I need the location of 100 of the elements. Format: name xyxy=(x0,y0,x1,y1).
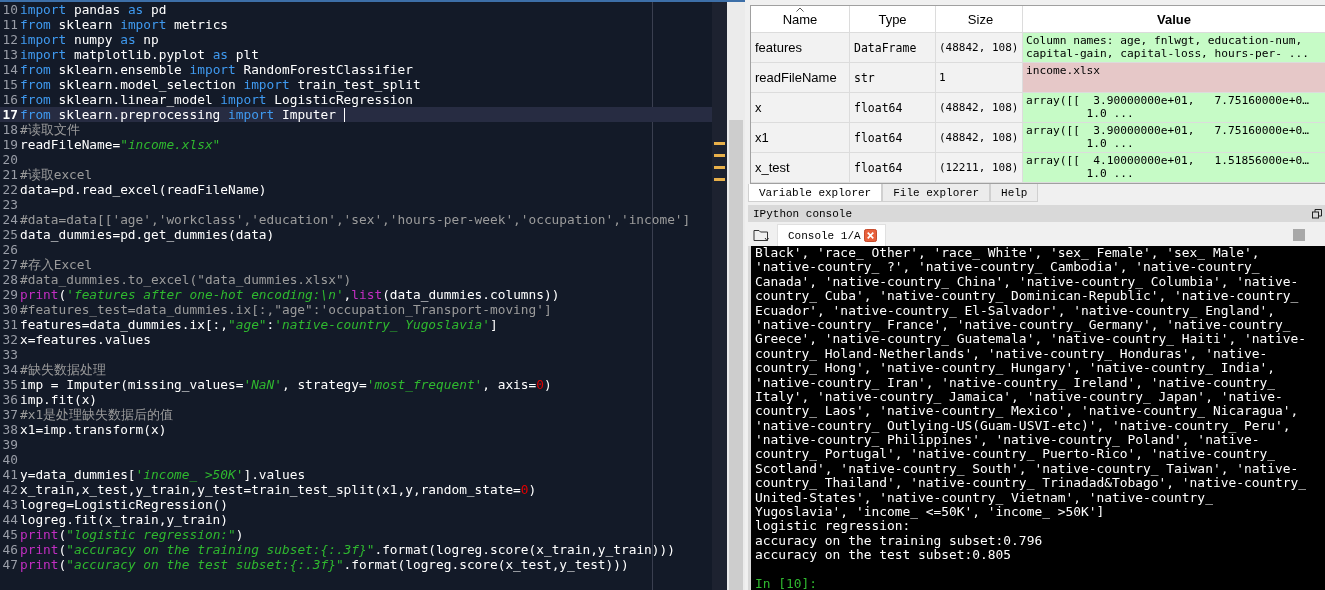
line-number: 15 xyxy=(1,77,19,92)
variable-type: float64 xyxy=(850,93,936,122)
console-line: country_ Cuba', 'native-country_ Dominican-Republic', 'native-country_ xyxy=(755,288,1299,304)
line-number: 12 xyxy=(1,32,19,47)
line-number: 35 xyxy=(1,377,19,392)
line-number: 39 xyxy=(1,437,19,452)
line-number: 36 xyxy=(1,392,19,407)
line-number: 26 xyxy=(1,242,19,257)
line-number: 34 xyxy=(1,362,19,377)
code-line: import pandas as pd xyxy=(20,2,167,17)
code-line: features=data_dummies.ix[:,"age":'native-country_ Yugoslavia'] xyxy=(20,317,498,332)
variable-size: 1 xyxy=(936,63,1023,92)
variable-type: float64 xyxy=(850,153,936,182)
scrollbar-thumb[interactable] xyxy=(729,120,743,590)
variable-value: Column names: age, fnlwgt, education-num, capital-gain, capital-loss, hours-per- ... xyxy=(1023,33,1325,62)
text-cursor xyxy=(343,107,345,122)
scroll-markers xyxy=(714,142,725,184)
pane-title: IPython console xyxy=(753,207,853,220)
console-line: country_ Holand-Netherlands', 'native-country_ Honduras', 'native- xyxy=(755,345,1268,361)
code-line: from sklearn.model_selection import train_test_split xyxy=(20,77,421,92)
console-line: country_ Portugal', 'native-country_ Puerto-Rico', 'native-country_ xyxy=(755,446,1275,462)
variable-size: (48842, 108) xyxy=(936,93,1023,122)
line-number: 11 xyxy=(1,17,19,32)
code-line: readFileName="income.xlsx" xyxy=(20,137,221,152)
console-line: Scotland', 'native-country_ South', 'native-country_ Taiwan', 'native- xyxy=(755,460,1299,476)
variable-type: float64 xyxy=(850,123,936,152)
console-line: accuracy on the test subset:0.805 xyxy=(755,547,1012,563)
code-line: x1=imp.transform(x) xyxy=(20,422,167,437)
undock-icon[interactable] xyxy=(1312,208,1322,219)
line-number: 44 xyxy=(1,512,19,527)
line-number: 33 xyxy=(1,347,19,362)
variable-size: (12211, 108) xyxy=(936,153,1023,182)
line-number: 25 xyxy=(1,227,19,242)
code-line: #data_dummies.to_excel("data_dummies.xlsx") xyxy=(20,272,352,287)
code-line: import numpy as np xyxy=(20,32,159,47)
variable-value: array([[ 3.90000000e+01, 7.75160000e+0… 1.0 ... xyxy=(1023,123,1325,152)
line-number: 24 xyxy=(1,212,19,227)
line-number: 10 xyxy=(1,2,19,17)
variable-type: str xyxy=(850,63,936,92)
code-line: x=features.values xyxy=(20,332,151,347)
variable-value: array([[ 4.10000000e+01, 1.51856000e+0… 1.0 ... xyxy=(1023,153,1325,182)
variable-name: x_test xyxy=(751,153,850,182)
console-line: country_ Hong', 'native-country_ Hungary', 'native-country_ India', xyxy=(755,360,1275,376)
folder-icon[interactable] xyxy=(753,228,769,242)
console-line: Yugoslavia', 'income_ <=50K', 'income_ >50K'] xyxy=(755,504,1105,520)
console-line: accuracy on the training subset:0.796 xyxy=(755,532,1043,548)
code-line: print("accuracy on the test subset:{:.3f}".format(logreg.score(x_test,y_test))) xyxy=(20,557,629,572)
variable-value: array([[ 3.90000000e+01, 7.75160000e+0… 1.0 ... xyxy=(1023,93,1325,122)
line-number: 22 xyxy=(1,182,19,197)
line-number: 46 xyxy=(1,542,19,557)
code-line: #读取excel xyxy=(20,167,93,182)
console-line: Black', 'race_ Other', 'race_ White', 'sex_ Female', 'sex_ Male', xyxy=(755,246,1260,260)
line-number: 47 xyxy=(1,557,19,572)
variable-name: features xyxy=(751,33,850,62)
pane-tab[interactable]: Help xyxy=(990,184,1039,202)
code-line: y=data_dummies['income_ >50K'].values xyxy=(20,467,306,482)
console-line: Ecuador', 'native-country_ El-Salvador', 'native-country_ England', xyxy=(755,302,1275,318)
variable-name: readFileName xyxy=(751,63,850,92)
pane-tab[interactable]: File explorer xyxy=(882,184,991,202)
line-number: 20 xyxy=(1,152,19,167)
code-line: imp = Imputer(missing_values='NaN', strategy='most_frequent', axis=0) xyxy=(20,377,552,392)
line-number: 19 xyxy=(1,137,19,152)
line-number: 27 xyxy=(1,257,19,272)
scrollbar[interactable] xyxy=(727,2,745,590)
code-line: print('features after one-hot encoding:\n',list(data_dummies.columns)) xyxy=(20,287,560,302)
console-line: 'native-country_ Philippines', 'native-country_ Poland', 'native- xyxy=(755,432,1260,448)
code-line: import matplotlib.pyplot as plt xyxy=(20,47,259,62)
line-number: 14 xyxy=(1,62,19,77)
line-number: 21 xyxy=(1,167,19,182)
console-line: country_ Laos', 'native-country_ Mexico', 'native-country_ Nicaragua', xyxy=(755,403,1299,419)
line-number: 28 xyxy=(1,272,19,287)
code-line: x_train,x_test,y_train,y_test=train_test_split(x1,y,random_state=0) xyxy=(20,482,537,497)
variable-size: (48842, 108) xyxy=(936,33,1023,62)
code-line: #存入Excel xyxy=(20,257,93,272)
pane-tab[interactable]: Variable explorer xyxy=(748,184,883,202)
line-number: 42 xyxy=(1,482,19,497)
code-line: from sklearn.preprocessing import Imputer xyxy=(20,107,336,122)
line-number: 29 xyxy=(1,287,19,302)
code-line: data=pd.read_excel(readFileName) xyxy=(20,182,267,197)
code-line: logreg=LogisticRegression() xyxy=(20,497,229,512)
code-line: print("accuracy on the training subset:{:.3f}".format(logreg.score(x_train,y_train))) xyxy=(20,542,675,557)
console-line: Canada', 'native-country_ China', 'native-country_ Columbia', 'native- xyxy=(755,273,1299,289)
line-number: 37 xyxy=(1,407,19,422)
line-number: 41 xyxy=(1,467,19,482)
close-icon[interactable] xyxy=(863,229,877,242)
line-number: 31 xyxy=(1,317,19,332)
line-number: 45 xyxy=(1,527,19,542)
code-line: logreg.fit(x_train,y_train) xyxy=(20,512,229,527)
line-number: 32 xyxy=(1,332,19,347)
line-number: 38 xyxy=(1,422,19,437)
code-line: #data=data[['age','workclass','education','sex','hours-per-week','occupation','income'] xyxy=(20,212,691,227)
code-line: #缺失数据处理 xyxy=(20,362,106,377)
variable-type: DataFrame xyxy=(850,33,936,62)
console-line: 'native-country_ Iran', 'native-country_ Ireland', 'native-country_ xyxy=(755,374,1275,390)
console-line: Greece', 'native-country_ Guatemala', 'native-country_ Haiti', 'native- xyxy=(755,331,1307,347)
console-line: 'native-country_ Outlying-US(Guam-USVI-etc)', 'native-country_ Peru', xyxy=(755,417,1291,433)
code-line: imp.fit(x) xyxy=(20,392,98,407)
code-line: from sklearn import metrics xyxy=(20,17,229,32)
console-tab[interactable]: Console 1/A xyxy=(777,224,886,246)
line-number: 13 xyxy=(1,47,19,62)
